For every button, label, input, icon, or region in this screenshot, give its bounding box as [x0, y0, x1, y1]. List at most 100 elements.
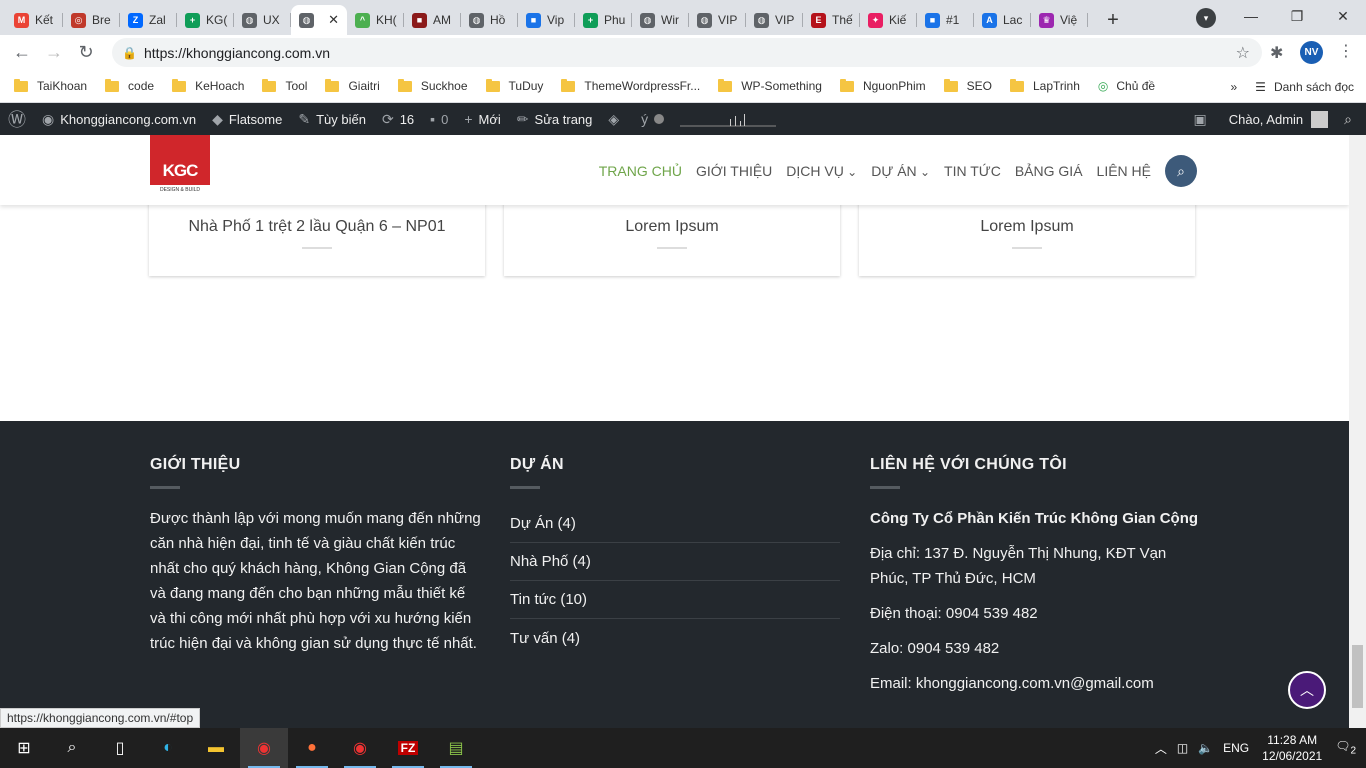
new-tab-button[interactable]: +	[1098, 5, 1128, 35]
nav-item[interactable]: LIÊN HỆ	[1097, 163, 1151, 179]
footer-project-link[interactable]: Nhà Phố (4)	[510, 543, 840, 581]
taskbar-clock[interactable]: 11:28 AM 12/06/2021	[1254, 732, 1330, 764]
browser-tab[interactable]: ◍ ✕	[291, 5, 347, 35]
admin-site-link[interactable]: ◉ Khonggiancong.com.vn	[34, 103, 204, 135]
admin-diamond-button[interactable]: ◈	[600, 103, 633, 135]
nav-item[interactable]: TRANG CHỦ	[599, 163, 682, 179]
card-title[interactable]: Lorem Ipsum	[859, 218, 1195, 236]
admin-edit-link[interactable]: ✏ Sửa trang	[509, 103, 601, 135]
browser-tab[interactable]: + Phu	[575, 5, 632, 35]
taskbar-search-button[interactable]: ⌕	[48, 728, 96, 768]
taskbar-chrome-nv[interactable]: ◉	[240, 728, 288, 768]
browser-tab[interactable]: ◍ VIP	[689, 5, 746, 35]
nav-item[interactable]: BẢNG GIÁ	[1015, 163, 1083, 179]
admin-account-menu[interactable]: Chào, Admin	[1221, 103, 1336, 135]
page-scrollbar[interactable]	[1349, 135, 1366, 728]
bookmark-theme[interactable]: ◎ Chủ đề	[1098, 79, 1155, 93]
browser-tab[interactable]: ◍ Wir	[632, 5, 689, 35]
notifications-button[interactable]: 🗨2	[1330, 739, 1366, 756]
task-view-button[interactable]: ▯	[96, 728, 144, 768]
admin-comments-link[interactable]: ▪ 0	[422, 103, 456, 135]
card-title[interactable]: Nhà Phố 1 trệt 2 lầu Quận 6 – NP01	[149, 218, 485, 236]
bookmark-folder[interactable]: LapTrinh	[1009, 78, 1080, 93]
nav-item[interactable]: DỰ ÁN ⌄	[871, 163, 930, 179]
reading-list-button[interactable]: Danh sách đọc	[1274, 80, 1354, 94]
bookmark-folder[interactable]: TuDuy	[485, 78, 543, 93]
bookmark-folder[interactable]: Giaitri	[325, 78, 380, 93]
nav-item[interactable]: GIỚI THIỆU	[696, 163, 772, 179]
footer-project-link[interactable]: Tin tức (10)	[510, 581, 840, 619]
browser-tab[interactable]: ◎ Bre	[63, 5, 120, 35]
show-hidden-icons[interactable]: ︿	[1150, 740, 1172, 757]
taskbar-firefox[interactable]: ●	[288, 728, 336, 768]
footer-project-link[interactable]: Dự Án (4)	[510, 505, 840, 543]
wp-logo-button[interactable]: Ⓦ	[0, 103, 34, 135]
bookmark-folder[interactable]: NguonPhim	[839, 78, 926, 93]
browser-tab[interactable]: A Lac	[974, 5, 1031, 35]
tab-favicon-icon: E	[811, 12, 826, 28]
bookmark-folder[interactable]: SEO	[943, 78, 992, 93]
close-window-button[interactable]: ✕	[1320, 0, 1366, 32]
bookmark-folder[interactable]: Tool	[262, 78, 307, 93]
windows-start-button[interactable]: ⊞	[0, 728, 48, 768]
admin-theme-label: Flatsome	[228, 111, 283, 127]
bookmark-folder[interactable]: ThemeWordpressFr...	[561, 78, 700, 93]
browser-tab[interactable]: ◍ VIP	[746, 5, 803, 35]
footer-project-link[interactable]: Tư vấn (4)	[510, 619, 840, 657]
bookmark-folder[interactable]: code	[105, 78, 154, 93]
browser-tab[interactable]: ^ KH(	[347, 5, 404, 35]
tab-title: KH(	[376, 13, 397, 27]
network-icon[interactable]: ◫	[1172, 741, 1193, 755]
close-tab-icon[interactable]: ✕	[328, 12, 339, 28]
taskbar-chrome-m[interactable]: ◉	[336, 728, 384, 768]
bookmark-star-icon[interactable]: ☆	[1236, 43, 1250, 63]
address-bar[interactable]: 🔒 https://khonggiancong.com.vn ☆	[112, 38, 1262, 67]
card-title[interactable]: Lorem Ipsum	[504, 218, 840, 236]
admin-notes-button[interactable]: ▣	[1185, 103, 1220, 135]
bookmark-folder[interactable]: TaiKhoan	[14, 78, 87, 93]
browser-tab[interactable]: ◍ Hồ	[461, 5, 518, 35]
browser-tab[interactable]: Z Zal	[120, 5, 177, 35]
site-search-button[interactable]: ⌕	[1165, 155, 1197, 187]
admin-updates-link[interactable]: ⟳ 16	[374, 103, 422, 135]
reload-button[interactable]: ↻	[70, 37, 102, 69]
admin-yoast-button[interactable]: ý	[633, 103, 672, 135]
extensions-icon[interactable]: ✱	[1270, 43, 1283, 63]
browser-tab[interactable]: E Thế	[803, 5, 860, 35]
browser-tab[interactable]: ■ Vip	[518, 5, 575, 35]
bookmark-folder[interactable]: WP-Something	[718, 78, 822, 93]
browser-tab[interactable]: ✦ Kiế	[860, 5, 917, 35]
site-logo[interactable]: KGC DESIGN & BUILD	[150, 135, 210, 205]
browser-tab[interactable]: M Kết	[6, 5, 63, 35]
minimize-button[interactable]: —	[1228, 0, 1274, 32]
tab-search-icon[interactable]: ▾	[1196, 8, 1216, 28]
taskbar-notepad[interactable]: ▤	[432, 728, 480, 768]
more-bookmarks-icon[interactable]: »	[1230, 80, 1237, 94]
bookmark-folder[interactable]: KeHoach	[172, 78, 244, 93]
browser-tab[interactable]: ■ AM	[404, 5, 461, 35]
browser-tab[interactable]: ♛ Việ	[1031, 5, 1088, 35]
forward-button[interactable]: →	[38, 37, 70, 69]
taskbar-edge[interactable]: ◐	[144, 728, 192, 768]
admin-new-link[interactable]: + Mới	[456, 103, 508, 135]
profile-avatar[interactable]: NV	[1300, 41, 1323, 64]
admin-customize-link[interactable]: ✎ Tùy biến	[290, 103, 374, 135]
volume-icon[interactable]: 🔈	[1193, 741, 1218, 755]
taskbar-explorer[interactable]: ▬	[192, 728, 240, 768]
admin-search-button[interactable]: ⌕	[1336, 103, 1366, 135]
browser-tab[interactable]: + KG(	[177, 5, 234, 35]
back-button[interactable]: ←	[6, 37, 38, 69]
browser-tab[interactable]: ■ #1	[917, 5, 974, 35]
back-to-top-button[interactable]: ︿	[1288, 671, 1326, 709]
admin-stats-sparkline[interactable]	[672, 103, 784, 135]
nav-item[interactable]: TIN TỨC	[944, 163, 1001, 179]
nav-item[interactable]: DỊCH VỤ ⌄	[786, 163, 857, 179]
language-indicator[interactable]: ENG	[1218, 741, 1254, 755]
scrollbar-thumb[interactable]	[1352, 645, 1363, 708]
taskbar-filezilla[interactable]: FZ	[384, 728, 432, 768]
browser-menu-icon[interactable]: ⋮	[1338, 41, 1354, 61]
maximize-button[interactable]: ❐	[1274, 0, 1320, 32]
bookmark-folder[interactable]: Suckhoe	[397, 78, 468, 93]
admin-theme-link[interactable]: ◆ Flatsome	[204, 103, 290, 135]
browser-tab[interactable]: ◍ UX	[234, 5, 291, 35]
